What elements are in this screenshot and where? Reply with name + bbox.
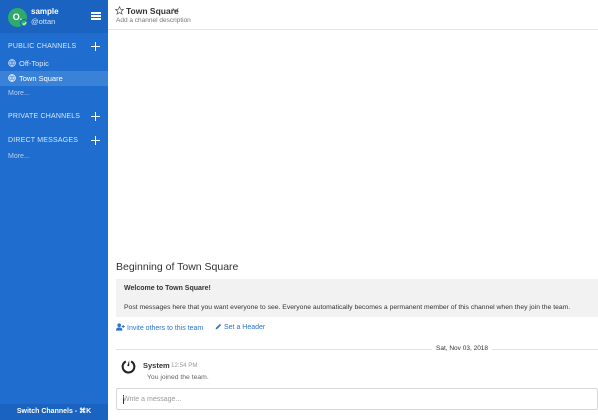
pencil-icon: [215, 323, 222, 330]
sidebar-item-label: Off-Topic: [19, 59, 49, 68]
add-public-channel-icon[interactable]: [91, 42, 100, 51]
set-header-link[interactable]: Set a Header: [215, 323, 265, 331]
date-separator: Sat, Nov 03, 2018: [432, 345, 493, 352]
channel-description-placeholder[interactable]: Add a channel description: [116, 17, 191, 24]
sidebar-item-label: Town Square: [19, 74, 63, 83]
sidebar-item-town-square[interactable]: Town Square: [0, 71, 108, 86]
channel-header: Town Square Add a channel description: [108, 0, 598, 30]
sidebar: O. sample @ottan PUBLIC CHANNELS Off-Top…: [0, 0, 108, 420]
post-time[interactable]: 12:54 PM: [171, 362, 197, 369]
intro-welcome-text: Welcome to Town Square!: [124, 285, 211, 292]
message-composer: [116, 388, 598, 410]
invite-others-link[interactable]: Invite others to this team: [116, 323, 203, 332]
star-icon[interactable]: [115, 6, 124, 15]
set-header-label: Set a Header: [224, 324, 266, 331]
post-message: You joined the team.: [147, 374, 209, 381]
user-name: sample: [31, 7, 59, 16]
public-channels-title: PUBLIC CHANNELS: [8, 43, 77, 50]
system-avatar-icon: [120, 358, 137, 375]
message-input[interactable]: [123, 393, 591, 406]
user-handle: @ottan: [31, 17, 56, 26]
post-author[interactable]: System: [143, 361, 170, 370]
more-public-channels-link[interactable]: More...: [8, 90, 30, 97]
sidebar-item-off-topic[interactable]: Off-Topic: [0, 56, 108, 71]
globe-icon: [8, 59, 16, 67]
direct-messages-title: DIRECT MESSAGES: [8, 137, 79, 144]
add-direct-message-icon[interactable]: [91, 136, 100, 145]
channel-intro-box: Welcome to Town Square! Post messages he…: [116, 279, 598, 317]
online-status-icon: [20, 19, 28, 27]
add-private-channel-icon[interactable]: [91, 112, 100, 121]
globe-icon: [8, 74, 16, 82]
hamburger-menu-icon[interactable]: [91, 12, 101, 20]
private-channels-title: PRIVATE CHANNELS: [8, 113, 81, 120]
channel-name[interactable]: Town Square: [126, 6, 179, 16]
date-separator-line: [116, 349, 598, 350]
add-user-icon: [116, 323, 125, 331]
sidebar-header: O. sample @ottan: [0, 0, 108, 33]
more-direct-messages-link[interactable]: More...: [8, 153, 30, 160]
intro-post-text: Post messages here that you want everyon…: [124, 304, 571, 311]
chevron-down-icon[interactable]: [172, 7, 179, 13]
invite-others-label: Invite others to this team: [127, 325, 204, 332]
switch-channels-button[interactable]: Switch Channels - ⌘K: [0, 404, 108, 420]
channel-intro-title: Beginning of Town Square: [116, 261, 239, 273]
